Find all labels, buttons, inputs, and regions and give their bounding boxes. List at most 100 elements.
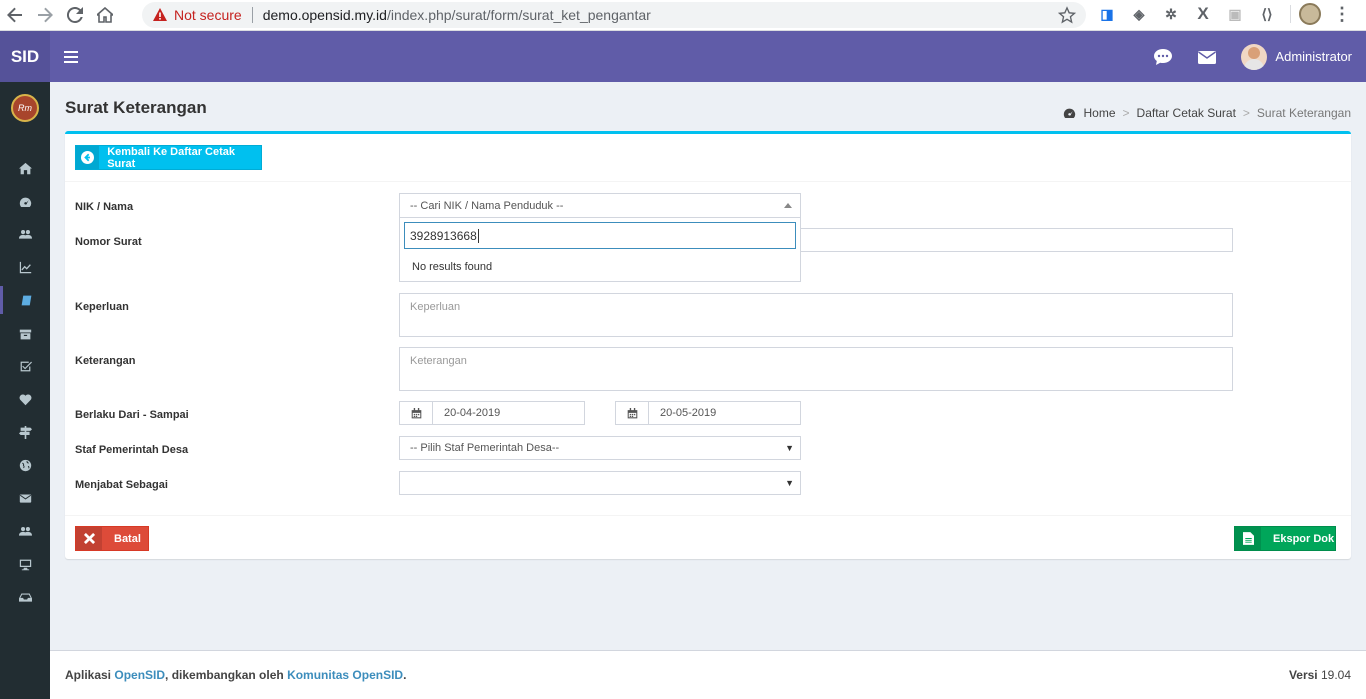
keterangan-placeholder: Keterangan <box>410 355 467 367</box>
keperluan-textarea[interactable]: Keperluan <box>399 293 1233 337</box>
text-cursor <box>477 228 479 243</box>
reload-icon[interactable] <box>60 1 90 29</box>
nomor-surat-label: Nomor Surat <box>75 236 142 248</box>
app-logo[interactable]: SID <box>0 31 50 82</box>
arrow-circle-left-icon <box>76 146 100 169</box>
sidebar-home-icon[interactable] <box>0 154 50 182</box>
sidebar-signpost-icon[interactable] <box>0 418 50 446</box>
breadcrumb-daftar-cetak-surat[interactable]: Daftar Cetak Surat <box>1137 106 1236 120</box>
sidebar-inbox-icon[interactable] <box>0 583 50 611</box>
caret-down-icon: ▼ <box>785 443 794 453</box>
no-results-message: No results found <box>412 261 493 273</box>
date-from-input[interactable]: 20-04-2019 <box>399 401 585 425</box>
page-title: Surat Keterangan <box>65 98 207 117</box>
sidebar-chart-icon[interactable] <box>0 253 50 281</box>
nik-select[interactable]: -- Cari NIK / Nama Penduduk -- <box>399 193 801 218</box>
extension-1-icon[interactable]: ◨ <box>1096 3 1118 25</box>
breadcrumb-current: Surat Keterangan <box>1256 106 1351 120</box>
version-info: Versi 19.04 <box>1289 668 1351 682</box>
nik-label: NIK / Nama <box>75 201 134 213</box>
home-icon[interactable] <box>90 1 120 29</box>
breadcrumb-separator: > <box>1242 106 1250 120</box>
back-to-list-button[interactable]: Kembali Ke Daftar Cetak Surat <box>75 145 262 170</box>
sidebar: Rm <box>0 82 50 699</box>
header-right: Administrator <box>1153 31 1352 82</box>
nik-select-placeholder: -- Cari NIK / Nama Penduduk -- <box>410 199 564 212</box>
date-to-value: 20-05-2019 <box>660 407 717 419</box>
keperluan-label: Keperluan <box>75 301 129 313</box>
sidebar-globe-icon[interactable] <box>0 451 50 479</box>
staf-select[interactable]: -- Pilih Staf Pemerintah Desa-- ▼ <box>399 436 801 460</box>
sidebar-heart-icon[interactable] <box>0 385 50 413</box>
version-label: Versi <box>1288 668 1321 682</box>
sidebar-archive-icon[interactable] <box>0 320 50 348</box>
batal-label: Batal <box>114 532 141 545</box>
address-bar[interactable]: Not secure demo.opensid.my.id/index.php/… <box>142 2 1086 28</box>
menu-kebab-icon[interactable]: ⋮ <box>1333 4 1351 25</box>
devtools-extension-icon[interactable]: ⟨⟩ <box>1256 3 1278 25</box>
menjabat-select[interactable]: ▼ <box>399 471 801 495</box>
breadcrumb-separator: > <box>1122 106 1130 120</box>
extension-x-icon[interactable]: X <box>1192 3 1214 25</box>
url-host: demo.opensid.my.id <box>262 7 387 23</box>
sidebar-users-icon[interactable] <box>0 220 50 248</box>
app-header: SID Administrator <box>0 31 1366 82</box>
omnibox-divider <box>251 7 253 23</box>
not-secure-label: Not secure <box>174 7 242 23</box>
ekspor-dok-label: Ekspor Dok <box>1273 532 1335 545</box>
box-header: Kembali Ke Daftar Cetak Surat <box>65 134 1351 182</box>
extension-3-icon[interactable]: ✲ <box>1160 3 1182 25</box>
menjabat-label: Menjabat Sebagai <box>75 479 168 491</box>
staf-label: Staf Pemerintah Desa <box>75 444 189 456</box>
box-footer: Batal Ekspor Dok <box>65 515 1351 562</box>
date-from-value: 20-04-2019 <box>444 407 501 419</box>
toolbar-divider <box>1290 5 1291 23</box>
breadcrumb: Home > Daftar Cetak Surat > Surat Ketera… <box>1063 106 1351 120</box>
keperluan-placeholder: Keperluan <box>410 301 461 313</box>
nik-search-input[interactable]: 3928913668 <box>404 222 796 249</box>
berlaku-label: Berlaku Dari - Sampai <box>75 409 189 421</box>
extension-2-icon[interactable]: ◈ <box>1128 3 1150 25</box>
user-avatar[interactable] <box>1241 43 1268 70</box>
bookmark-star-icon[interactable] <box>1058 6 1076 24</box>
times-icon <box>76 527 102 550</box>
opensid-link[interactable]: OpenSID <box>114 668 165 682</box>
main-footer: Aplikasi OpenSID, dikembangkan oleh Komu… <box>50 650 1366 699</box>
warning-icon <box>153 8 167 21</box>
komunitas-opensid-link[interactable]: Komunitas OpenSID <box>287 668 403 682</box>
sidebar-group-icon[interactable] <box>0 517 50 545</box>
username[interactable]: Administrator <box>1275 49 1352 64</box>
back-arrow-icon[interactable] <box>0 1 30 29</box>
url-path: /index.php/surat/form/surat_ket_penganta… <box>386 7 651 23</box>
footer-suffix: . <box>403 668 407 682</box>
chat-icon[interactable] <box>1153 47 1173 67</box>
version-number: 19.04 <box>1320 668 1351 682</box>
date-to-input[interactable]: 20-05-2019 <box>615 401 801 425</box>
sidebar-dashboard-icon[interactable] <box>0 188 50 216</box>
hamburger-menu-icon[interactable] <box>64 50 78 63</box>
calendar-icon <box>399 401 433 425</box>
extension-5-icon[interactable]: ▣ <box>1224 3 1246 25</box>
envelope-icon[interactable] <box>1197 47 1217 67</box>
nik-search-value: 3928913668 <box>410 228 477 243</box>
forward-arrow-icon[interactable] <box>30 1 60 29</box>
caret-up-icon <box>784 203 792 208</box>
back-to-list-label: Kembali Ke Daftar Cetak Surat <box>107 145 235 170</box>
dashboard-icon <box>1063 108 1075 118</box>
caret-down-icon: ▼ <box>785 478 794 488</box>
sidebar-book-icon[interactable] <box>0 286 50 314</box>
calendar-icon <box>615 401 649 425</box>
breadcrumb-home[interactable]: Home <box>1084 106 1116 120</box>
sidebar-monitor-icon[interactable] <box>0 550 50 578</box>
ekspor-dok-button[interactable]: Ekspor Dok <box>1234 526 1336 551</box>
file-text-icon <box>1235 527 1261 550</box>
footer-prefix: Aplikasi <box>65 668 115 682</box>
profile-avatar-icon[interactable] <box>1299 3 1321 25</box>
keterangan-textarea[interactable]: Keterangan <box>399 347 1233 391</box>
sidebar-envelope-icon[interactable] <box>0 484 50 512</box>
form-box: Kembali Ke Daftar Cetak Surat NIK / Nama… <box>65 131 1351 559</box>
batal-button[interactable]: Batal <box>75 526 149 551</box>
browser-toolbar: Not secure demo.opensid.my.id/index.php/… <box>0 0 1366 31</box>
staf-select-value: -- Pilih Staf Pemerintah Desa-- <box>410 442 560 454</box>
sidebar-checkbox-icon[interactable] <box>0 352 50 380</box>
